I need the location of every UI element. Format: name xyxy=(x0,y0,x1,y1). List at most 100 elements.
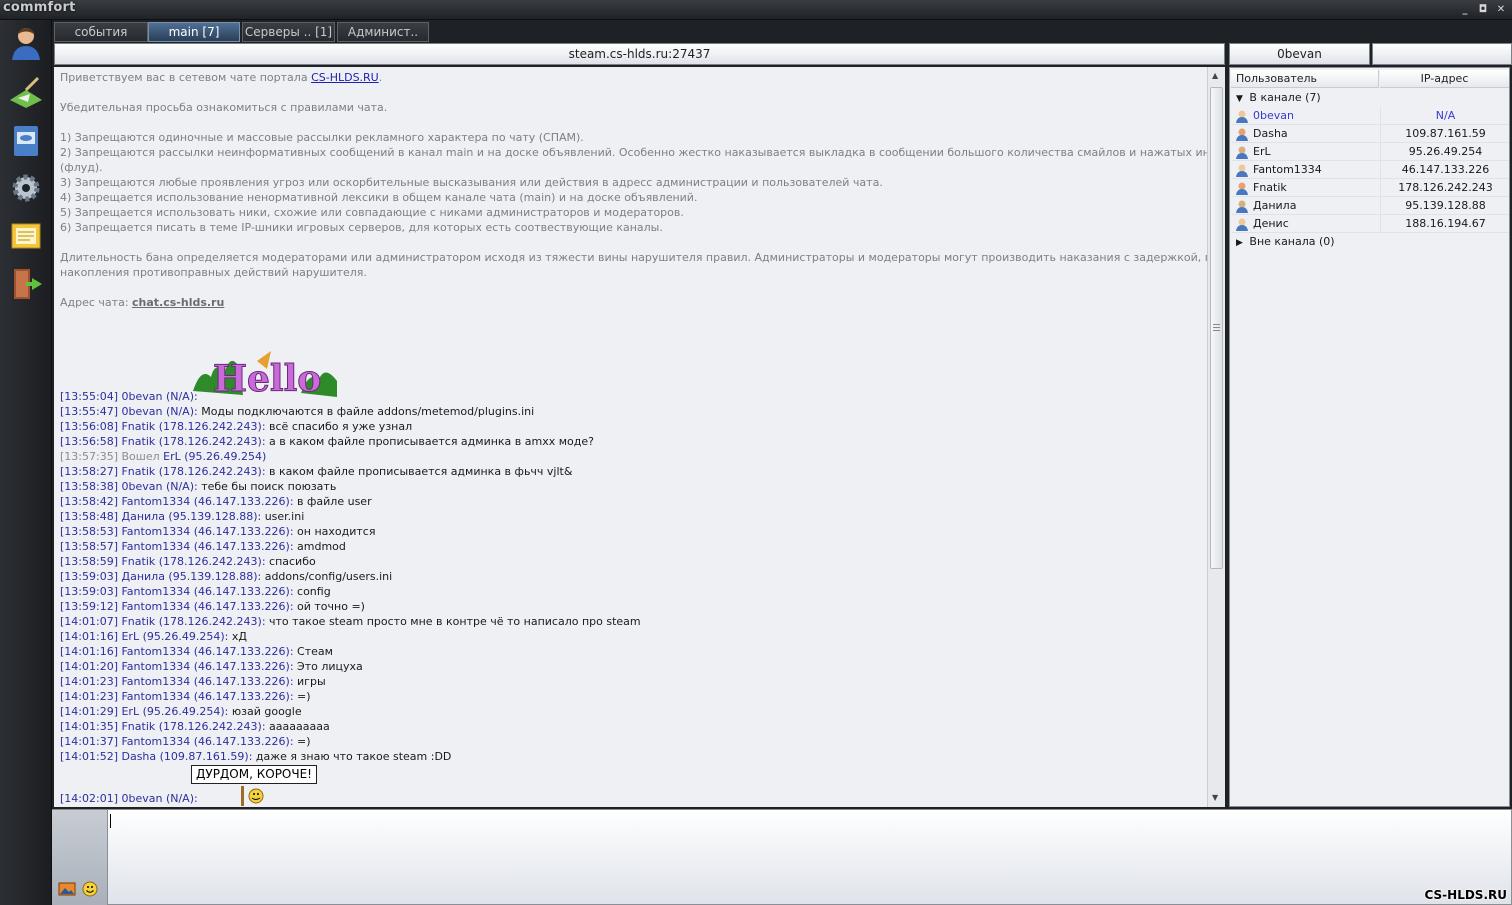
chat-message: [14:01:29] ErL (95.26.49.254): юзай goog… xyxy=(60,704,302,719)
close-icon[interactable]: ✕ xyxy=(1494,3,1508,16)
message-timestamp: [13:55:47] 0bevan (N/A): xyxy=(60,405,198,418)
rule-line: 5) Запрещается использовать ники, схожие… xyxy=(60,206,684,219)
message-timestamp: [13:56:58] Fnatik (178.126.242.243): xyxy=(60,435,266,448)
left-toolbar xyxy=(0,20,52,905)
tab-main[interactable]: main [7] xyxy=(148,22,240,42)
user-row[interactable]: Dasha 109.87.161.59 xyxy=(1232,125,1509,143)
tab-events[interactable]: события xyxy=(54,22,148,42)
scroll-up-icon[interactable]: ▲ xyxy=(1212,71,1218,80)
message-timestamp: [13:58:48] Данила (95.139.128.88): xyxy=(60,510,262,523)
ban-note: Длительность бана определяется модератор… xyxy=(60,251,1207,264)
user-ip: N/A xyxy=(1380,107,1509,125)
group-in-channel[interactable]: ▼ В канале (7) xyxy=(1236,89,1321,107)
message-text: тебе бы поиск поюзать xyxy=(197,480,337,493)
user-row[interactable]: Fnatik 178.126.242.243 xyxy=(1232,179,1509,197)
chat-message: [13:58:59] Fnatik (178.126.242.243): спа… xyxy=(60,554,316,569)
group-out-label: Вне канала (0) xyxy=(1249,235,1335,248)
message-timestamp: [14:01:35] Fnatik (178.126.242.243): xyxy=(60,720,266,733)
chat-message: [13:58:53] Fantom1334 (46.147.133.226): … xyxy=(60,524,375,539)
user-profile-icon[interactable] xyxy=(8,24,44,60)
user-row[interactable]: Денис 188.16.194.67 xyxy=(1232,215,1509,233)
expanded-arrow-icon: ▼ xyxy=(1236,94,1243,104)
user-name: Fantom1334 xyxy=(1253,163,1322,176)
message-timestamp: [13:58:53] Fantom1334 (46.147.133.226): xyxy=(60,525,294,538)
message-timestamp: [13:58:27] Fnatik (178.126.242.243): xyxy=(60,465,266,478)
user-name: Fnatik xyxy=(1253,181,1287,194)
chat-scroll-thumb[interactable] xyxy=(1210,87,1223,569)
settings-gear-icon[interactable] xyxy=(8,170,44,206)
user-row[interactable]: Данила 95.139.128.88 xyxy=(1232,197,1509,215)
image-insert-icon[interactable] xyxy=(58,882,76,896)
rule-line: 2) Запрещаются рассылки неинформативных … xyxy=(60,146,1207,159)
chat-message: [13:58:57] Fantom1334 (46.147.133.226): … xyxy=(60,539,346,554)
welcome-suffix: . xyxy=(378,71,383,84)
message-text: Моды подключаются в файле addons/metemod… xyxy=(197,405,535,418)
chat-message: [14:01:37] Fantom1334 (46.147.133.226): … xyxy=(60,734,311,749)
message-timestamp: [14:01:20] Fantom1334 (46.147.133.226): xyxy=(60,660,294,673)
chat-message: [13:56:58] Fnatik (178.126.242.243): а в… xyxy=(60,434,594,449)
message-timestamp: [13:58:59] Fnatik (178.126.242.243): xyxy=(60,555,266,568)
message-timestamp: ErL (95.26.49.254) xyxy=(163,450,267,463)
notes-board-icon[interactable] xyxy=(8,218,44,254)
chat-message: [14:01:35] Fnatik (178.126.242.243): ааа… xyxy=(60,719,330,734)
message-timestamp: [14:01:23] Fantom1334 (46.147.133.226): xyxy=(60,690,294,703)
chat-message: [13:59:12] Fantom1334 (46.147.133.226): … xyxy=(60,599,365,614)
user-row[interactable]: ErL 95.26.49.254 xyxy=(1232,143,1509,161)
exit-door-icon[interactable] xyxy=(8,266,44,302)
chat-log[interactable]: Приветствуем вас в сетевом чате портала … xyxy=(54,67,1207,807)
minimize-icon[interactable]: _ xyxy=(1458,3,1472,16)
ban-note: накопления противоправных действий наруш… xyxy=(60,266,367,279)
user-name: Данила xyxy=(1253,199,1297,212)
user-avatar-icon xyxy=(1236,110,1248,123)
chat-message: [14:01:23] Fantom1334 (46.147.133.226): … xyxy=(60,689,311,704)
scroll-down-icon[interactable]: ▼ xyxy=(1212,793,1218,802)
message-timestamp: [14:01:37] Fantom1334 (46.147.133.226): xyxy=(60,735,294,748)
tab-servers[interactable]: Серверы .. [1] xyxy=(242,22,335,42)
column-ip[interactable]: IP-адрес xyxy=(1380,70,1509,88)
notebook-icon[interactable] xyxy=(8,122,44,158)
broom-clean-icon[interactable] xyxy=(8,74,44,110)
current-user-label: 0bevan xyxy=(1229,43,1370,65)
chat-message: [13:57:35] Вошел ErL (95.26.49.254) xyxy=(60,449,266,464)
chat-address-link[interactable]: chat.cs-hlds.ru xyxy=(132,296,224,309)
message-text: спасибо xyxy=(265,555,316,568)
message-timestamp: [14:01:23] Fantom1334 (46.147.133.226): xyxy=(60,675,294,688)
user-list-panel: Пользователь IP-адрес ▼ В канале (7) 0be… xyxy=(1229,67,1510,807)
message-timestamp: [14:01:29] ErL (95.26.49.254): xyxy=(60,705,229,718)
message-text: что такое steam просто мне в контре чё т… xyxy=(265,615,641,628)
chat-scrollbar[interactable]: ▲ ▼ xyxy=(1207,67,1225,807)
input-tools xyxy=(52,809,107,905)
rule-line: 1) Запрещаются одиночные и массовые расс… xyxy=(60,131,584,144)
maximize-icon[interactable]: ◘ xyxy=(1476,3,1490,16)
message-text: в каком файле прописывается админка в фь… xyxy=(265,465,573,478)
chat-message: [13:58:42] Fantom1334 (46.147.133.226): … xyxy=(60,494,372,509)
message-text: а в каком файле прописывается админка в … xyxy=(265,435,594,448)
group-out-of-channel[interactable]: ▶ Вне канала (0) xyxy=(1236,233,1335,251)
user-ip: 95.26.49.254 xyxy=(1380,143,1509,161)
chat-message: [14:01:23] Fantom1334 (46.147.133.226): … xyxy=(60,674,326,689)
user-avatar-icon xyxy=(1236,182,1248,195)
app-logo: commfort xyxy=(3,0,76,15)
user-row[interactable]: Fantom1334 46.147.133.226 xyxy=(1232,161,1509,179)
column-user[interactable]: Пользователь xyxy=(1231,70,1379,88)
message-timestamp: [13:58:57] Fantom1334 (46.147.133.226): xyxy=(60,540,294,553)
user-avatar-icon xyxy=(1236,146,1248,159)
smiley-icon[interactable] xyxy=(82,881,98,897)
commfort-window: commfort _ ◘ ✕ события main [7] Серверы … xyxy=(0,0,1512,905)
user-ip: 95.139.128.88 xyxy=(1380,197,1509,215)
message-timestamp: [14:01:16] ErL (95.26.49.254): xyxy=(60,630,229,643)
portal-link[interactable]: CS-HLDS.RU xyxy=(311,71,379,84)
message-input[interactable]: CS-HLDS.RU xyxy=(107,809,1512,905)
message-text: даже я знаю что такое steam :DD xyxy=(252,750,452,763)
header-blank xyxy=(1372,43,1512,65)
hello-animated-image: Hello xyxy=(193,351,337,401)
chat-message: [13:58:48] Данила (95.139.128.88): user.… xyxy=(60,509,304,524)
rules-intro: Убедительная просьба ознакомиться с прав… xyxy=(60,101,388,114)
smiley-sign-icon xyxy=(241,786,264,806)
title-bar: commfort _ ◘ ✕ xyxy=(0,0,1512,20)
chat-message: [14:02:01] 0bevan (N/A): xyxy=(60,791,198,806)
user-row[interactable]: 0bevan N/A xyxy=(1232,107,1509,125)
chat-message: [14:01:20] Fantom1334 (46.147.133.226): … xyxy=(60,659,363,674)
tab-admin[interactable]: Админист.. [1] xyxy=(337,22,429,57)
chat-message: [14:01:52] Dasha (109.87.161.59): даже я… xyxy=(60,749,451,764)
